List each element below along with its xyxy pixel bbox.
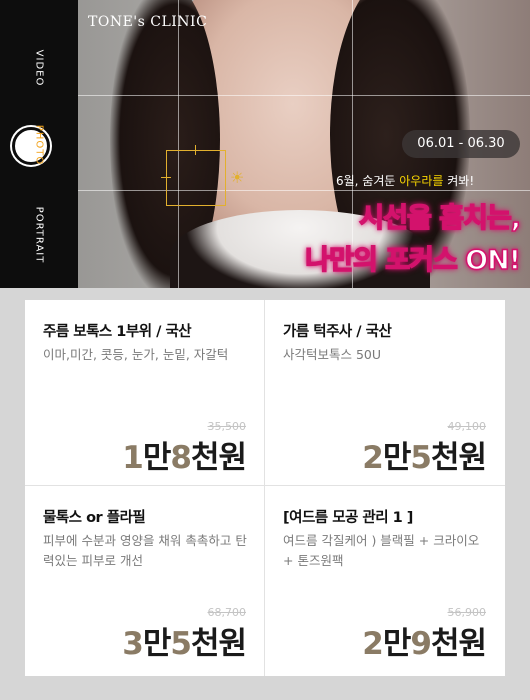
product-description: 이마,미간, 콧등, 눈가, 눈밑, 자갈턱 [43, 347, 229, 362]
mode-portrait[interactable]: PORTRAIT [34, 207, 45, 264]
price-digit: 2 [362, 440, 384, 476]
mode-photo[interactable]: PHOTO [34, 125, 45, 165]
price-digit: 5 [170, 626, 192, 662]
camera-grid-line [78, 95, 530, 96]
promo-subtitle: 6월, 숨겨둔 아우라를 켜봐! [336, 172, 474, 189]
sale-price: 2만5천원 [362, 432, 487, 477]
product-card[interactable]: 주름 보톡스 1부위 / 국산 이마,미간, 콧등, 눈가, 눈밑, 자갈턱 3… [25, 300, 264, 485]
price-unit: 만 [382, 440, 412, 476]
product-card[interactable]: 물톡스 or 플라필 피부에 수분과 영양을 채워 촉촉하고 탄력있는 피부로 … [25, 486, 264, 671]
sale-price: 2만9천원 [362, 618, 487, 663]
product-title: [여드름 모공 관리 1 ] [283, 510, 413, 526]
product-description: 사각턱보톡스 50U [283, 347, 382, 362]
price-digit: 9 [410, 626, 432, 662]
price-digit: 1 [122, 440, 144, 476]
product-card[interactable]: 가름 턱주사 / 국산 사각턱보톡스 50U 49,100 2만5천원 [265, 300, 504, 485]
product-description: 피부에 수분과 영양을 채워 촉촉하고 탄력있는 피부로 개선 [43, 533, 247, 568]
date-range-badge: 06.01 - 06.30 [402, 130, 520, 158]
sale-price: 3만5천원 [122, 618, 247, 663]
product-title: 주름 보톡스 1부위 / 국산 [43, 324, 192, 340]
headline-line-1: 시선을 훔치는, [359, 202, 522, 235]
price-unit: 천원 [430, 440, 487, 476]
subtitle-suffix: 켜봐! [443, 174, 475, 188]
price-unit: 천원 [430, 626, 487, 662]
clinic-logo: TONE's CLINIC [88, 14, 208, 30]
mode-video[interactable]: VIDEO [34, 50, 45, 87]
product-title: 가름 턱주사 / 국산 [283, 324, 392, 340]
camera-grid-line [178, 0, 179, 288]
price-digit: 2 [362, 626, 384, 662]
headline-line-2: 나만의 포커스 ON! [305, 244, 522, 277]
price-unit: 만 [142, 440, 172, 476]
hero-banner: VIDEO PHOTO PORTRAIT TONE's CLINIC 06.01… [0, 0, 530, 288]
sale-price: 1만8천원 [122, 432, 247, 477]
price-unit: 천원 [190, 440, 247, 476]
price-digit: 8 [170, 440, 192, 476]
subtitle-accent: 아우라를 [399, 174, 444, 188]
price-unit: 만 [382, 626, 412, 662]
camera-mode-bar: VIDEO PHOTO PORTRAIT [0, 0, 78, 288]
price-grid: 주름 보톡스 1부위 / 국산 이마,미간, 콧등, 눈가, 눈밑, 자갈턱 3… [25, 300, 505, 676]
product-title: 물톡스 or 플라필 [43, 510, 146, 526]
price-digit: 3 [122, 626, 144, 662]
sun-icon: ☀ [230, 168, 245, 187]
price-digit: 5 [410, 440, 432, 476]
price-unit: 천원 [190, 626, 247, 662]
focus-frame-icon [161, 145, 226, 206]
price-unit: 만 [142, 626, 172, 662]
subtitle-prefix: 6월, 숨겨둔 [336, 174, 400, 188]
product-description: 여드름 각질케어 ) 블랙필 + 크라이오 + 톤즈원팩 [283, 533, 480, 568]
camera-grid-line [78, 190, 530, 191]
product-card[interactable]: [여드름 모공 관리 1 ] 여드름 각질케어 ) 블랙필 + 크라이오 + 톤… [265, 486, 504, 676]
